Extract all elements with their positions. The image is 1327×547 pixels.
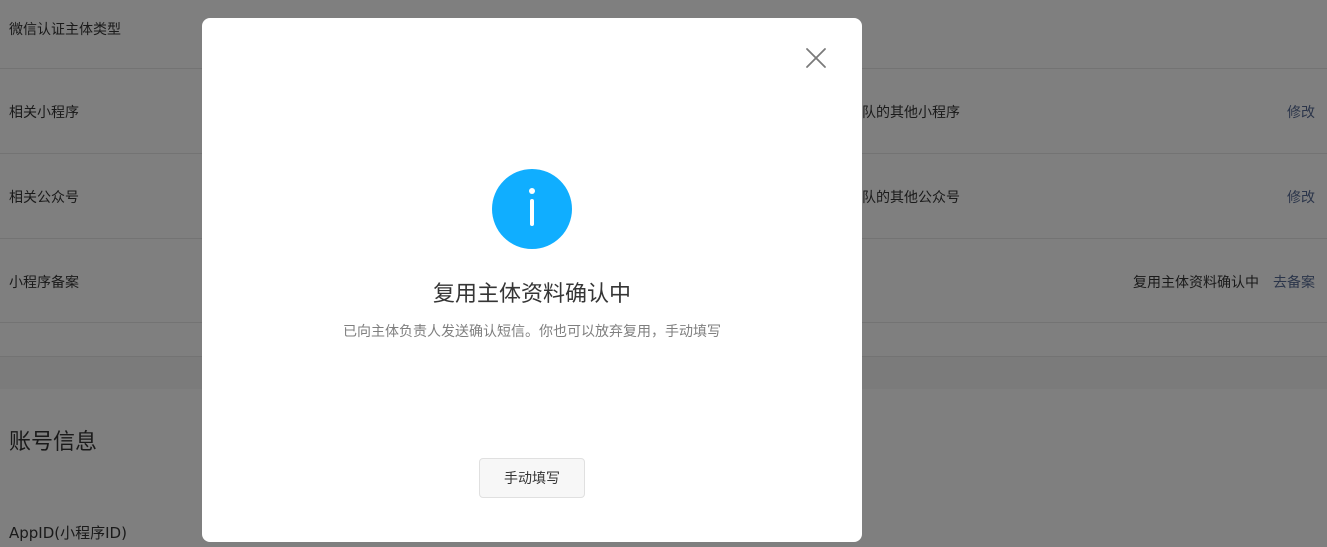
dialog-title: 复用主体资料确认中 (432, 282, 631, 307)
close-icon[interactable] (804, 46, 828, 70)
manual-fill-button[interactable]: 手动填写 (479, 458, 585, 498)
reuse-confirm-dialog: 复用主体资料确认中 已向主体负责人发送确认短信。你也可以放弃复用，手动填写 手动… (202, 18, 862, 542)
dialog-description: 已向主体负责人发送确认短信。你也可以放弃复用，手动填写 (343, 324, 721, 340)
info-icon (492, 169, 572, 249)
